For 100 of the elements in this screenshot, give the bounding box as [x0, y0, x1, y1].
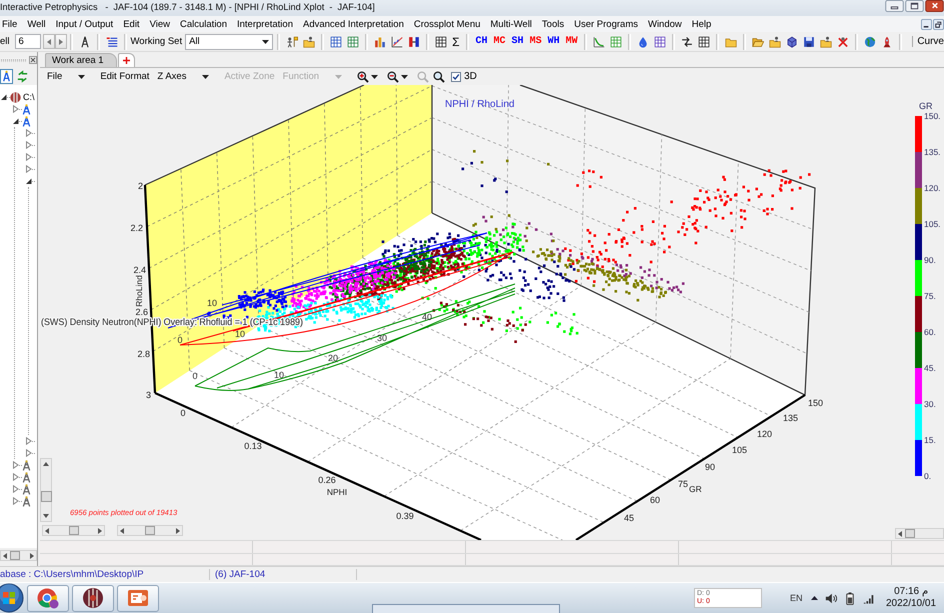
caret-right-icon[interactable]	[12, 461, 19, 469]
caret-left-icon[interactable]	[120, 528, 124, 534]
crossplot-icon[interactable]	[390, 36, 403, 48]
clock-date[interactable]: 2022/10/01	[886, 598, 936, 610]
tab[interactable]: Work area 1	[45, 53, 117, 67]
new-tab-button[interactable]	[118, 53, 135, 67]
battery-icon[interactable]	[844, 592, 856, 604]
folder-icon[interactable]	[725, 36, 738, 48]
taskbar-button[interactable]	[27, 584, 69, 612]
speaker-icon[interactable]	[824, 592, 837, 604]
sync-arrows-icon[interactable]	[16, 69, 29, 84]
menu-item[interactable]: Multi-Well	[485, 18, 537, 30]
restore-icon[interactable]	[933, 18, 944, 30]
droplet-icon[interactable]	[637, 36, 650, 48]
caret-right-icon[interactable]	[25, 141, 32, 149]
scrollbar-thumb[interactable]	[10, 551, 20, 560]
working-set-dropdown[interactable]: All	[185, 34, 274, 50]
track-pair-icon[interactable]	[408, 36, 420, 48]
rocket-icon[interactable]	[881, 36, 894, 48]
horizontal-scrollbar[interactable]	[0, 550, 37, 561]
close-icon[interactable]	[29, 56, 37, 64]
grid-icon[interactable]	[698, 36, 710, 48]
curve-icon[interactable]	[593, 36, 606, 48]
folder-person-icon[interactable]	[769, 36, 782, 48]
window-preview[interactable]	[372, 604, 560, 613]
caret-right-icon[interactable]	[98, 528, 102, 534]
caret-right-icon[interactable]	[25, 129, 32, 137]
menu-item[interactable]: Interpretation	[232, 18, 298, 30]
menu-item[interactable]: Input / Output	[50, 18, 118, 30]
menu-item[interactable]: File	[0, 18, 22, 30]
minimize-icon[interactable]	[921, 18, 932, 30]
menu-item[interactable]: Edit	[118, 18, 145, 30]
maximize-icon[interactable]	[905, 0, 924, 12]
caret-down-icon[interactable]	[202, 74, 210, 78]
curve-button[interactable]: MC	[494, 36, 506, 47]
caret-right-icon[interactable]	[25, 449, 32, 457]
scrollbar-thumb[interactable]	[40, 491, 52, 502]
curve-button[interactable]: WH	[548, 36, 560, 47]
caret-up-icon[interactable]	[810, 596, 818, 600]
globe-icon[interactable]	[864, 36, 876, 48]
menu-item[interactable]: Well	[22, 18, 51, 30]
language-indicator[interactable]: EN	[790, 593, 803, 603]
menu-item[interactable]: User Programs	[569, 18, 643, 30]
toolbar-button[interactable]: Edit Format	[96, 71, 154, 82]
curve-dropdown[interactable]: Curve	[912, 36, 944, 47]
caret-down-icon[interactable]	[371, 74, 378, 78]
horizontal-scrollbar[interactable]	[895, 528, 944, 539]
caret-right-icon[interactable]	[12, 105, 19, 113]
caret-left-icon[interactable]	[898, 530, 902, 536]
menu-item[interactable]: Tools	[536, 18, 570, 30]
caret-down-icon[interactable]	[0, 93, 7, 101]
caret-left-icon[interactable]	[45, 528, 49, 534]
tree-item[interactable]: C:\	[23, 92, 35, 102]
cube-icon[interactable]	[786, 36, 798, 48]
caret-down-icon[interactable]	[43, 514, 49, 518]
next-button[interactable]	[54, 34, 67, 49]
scrollbar-thumb[interactable]	[68, 526, 78, 535]
save-icon[interactable]	[803, 36, 816, 48]
grid-icon[interactable]	[330, 36, 342, 48]
well-field[interactable]: 6	[14, 34, 41, 49]
caret-right-icon[interactable]	[12, 473, 19, 481]
caret-up-icon[interactable]	[43, 462, 49, 466]
curve-button[interactable]: CH	[476, 36, 488, 47]
sum-button[interactable]: Σ	[452, 34, 460, 48]
caret-right-icon[interactable]	[12, 497, 19, 505]
person-flag-icon[interactable]	[286, 36, 298, 48]
zoom-out-icon[interactable]	[387, 70, 400, 82]
folder-person-icon[interactable]	[302, 36, 315, 48]
caret-right-icon[interactable]	[25, 437, 32, 445]
toolbar-button[interactable]: File	[43, 71, 66, 82]
horizontal-scrollbar[interactable]	[42, 525, 105, 536]
curve-button[interactable]: SH	[512, 36, 524, 47]
checkbox[interactable]	[451, 72, 462, 82]
list-icon[interactable]	[106, 36, 118, 48]
caret-right-icon[interactable]	[12, 485, 19, 493]
caret-left-icon[interactable]	[3, 552, 7, 558]
vertical-scrollbar[interactable]	[40, 458, 52, 522]
table-icon[interactable]	[434, 36, 447, 48]
caret-down-icon[interactable]	[78, 74, 86, 78]
caret-down-icon[interactable]	[25, 177, 32, 185]
horizontal-scrollbar[interactable]	[117, 525, 183, 536]
caret-right-icon[interactable]	[25, 153, 32, 161]
menu-item[interactable]: Window	[642, 18, 687, 30]
curve-button[interactable]: MW	[566, 36, 578, 47]
caret-down-icon[interactable]	[12, 117, 19, 125]
open-folder-icon[interactable]	[752, 36, 764, 48]
swap-arrows-icon[interactable]	[681, 36, 694, 48]
zoom-icon[interactable]	[433, 70, 446, 82]
scrollbar-thumb[interactable]	[905, 529, 915, 538]
caret-right-icon[interactable]	[30, 552, 34, 558]
curve-button[interactable]: MS	[530, 36, 542, 47]
menu-item[interactable]: Crossplot Menu	[408, 18, 486, 30]
bar-chart-icon[interactable]	[374, 36, 386, 48]
menu-item[interactable]: View	[144, 18, 175, 30]
caret-right-icon[interactable]	[176, 528, 180, 534]
scrollbar-thumb[interactable]	[145, 526, 155, 535]
grid-icon[interactable]	[654, 36, 666, 48]
menu-item[interactable]: Calculation	[175, 18, 232, 30]
drag-handle[interactable]	[0, 58, 28, 62]
menu-item[interactable]: Advanced Interpretation	[298, 18, 409, 30]
